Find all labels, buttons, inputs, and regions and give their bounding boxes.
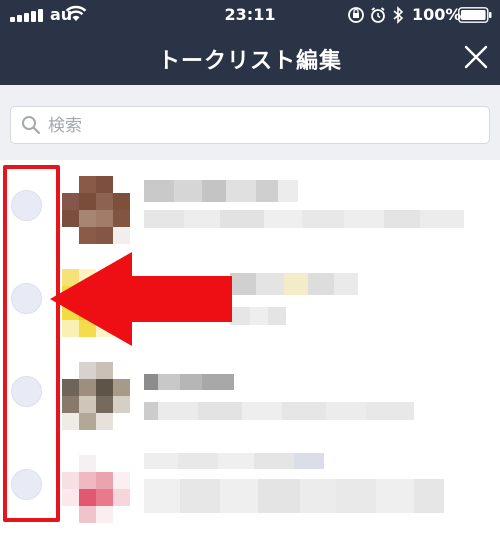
pixelated-message [144, 402, 414, 420]
search-icon [22, 116, 41, 135]
status-bar: au 23:11 100% [0, 0, 500, 30]
avatar [62, 176, 130, 244]
select-radio[interactable] [11, 283, 42, 314]
battery-icon [458, 7, 492, 23]
alarm-icon [371, 7, 385, 23]
pixelated-name [230, 273, 358, 295]
page-title: トークリスト編集 [157, 49, 342, 74]
list-item[interactable] [0, 346, 500, 439]
avatar [62, 269, 130, 337]
avatar [62, 362, 130, 430]
pixelated-name [144, 374, 234, 390]
pixelated-message [144, 479, 444, 513]
search-box[interactable] [10, 106, 490, 144]
close-icon[interactable] [463, 44, 489, 70]
bluetooth-icon [393, 6, 404, 24]
header: au 23:11 100% トークリスト編集 [0, 0, 500, 85]
search-area [0, 85, 500, 160]
status-indicators [348, 6, 404, 24]
select-radio[interactable] [11, 376, 42, 407]
list-item[interactable] [0, 253, 500, 346]
list-item[interactable] [0, 160, 500, 253]
pixelated-message [230, 307, 286, 325]
pixelated-name [144, 453, 324, 469]
battery-percent: 100% [412, 5, 462, 24]
chat-list [0, 160, 500, 533]
select-radio[interactable] [11, 469, 42, 500]
select-radio[interactable] [11, 190, 42, 221]
avatar [62, 455, 130, 523]
nav-bar: トークリスト編集 [0, 30, 500, 85]
search-input[interactable] [48, 112, 468, 140]
pixelated-name [144, 180, 298, 202]
pixelated-message [144, 210, 464, 228]
rotation-lock-icon [348, 7, 364, 23]
list-item[interactable] [0, 439, 500, 532]
